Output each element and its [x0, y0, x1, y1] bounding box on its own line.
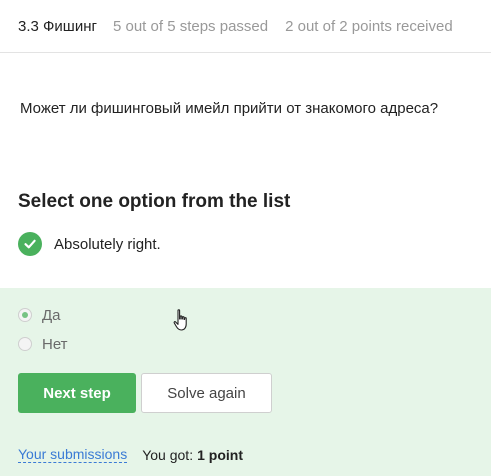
submission-summary: Your submissions You got: 1 point	[18, 446, 243, 463]
next-step-button[interactable]: Next step	[18, 373, 136, 413]
points-received-status: 2 out of 2 points received	[285, 17, 453, 35]
question-text: Может ли фишинговый имейл прийти от знак…	[20, 100, 439, 117]
option-net[interactable]: Нет	[18, 335, 68, 353]
feedback-text: Absolutely right.	[54, 235, 161, 253]
you-got-label: You got:	[142, 446, 194, 463]
option-label: Нет	[42, 335, 68, 353]
step-page: 3.3 Фишинг 5 out of 5 steps passed 2 out…	[0, 0, 491, 476]
radio-button-selected[interactable]	[18, 308, 32, 322]
option-label: Да	[42, 306, 61, 324]
your-submissions-link[interactable]: Your submissions	[18, 446, 128, 463]
points-value: 1 point	[197, 446, 243, 463]
lesson-title[interactable]: 3.3 Фишинг	[18, 18, 97, 35]
radio-button[interactable]	[18, 337, 32, 351]
instruction-heading: Select one option from the list	[18, 191, 291, 212]
solve-again-button[interactable]: Solve again	[141, 373, 272, 413]
step-header: 3.3 Фишинг 5 out of 5 steps passed 2 out…	[0, 0, 491, 53]
check-circle-icon	[18, 232, 42, 256]
steps-passed-status: 5 out of 5 steps passed	[112, 17, 269, 35]
option-da[interactable]: Да	[18, 306, 61, 324]
hand-pointer-icon	[173, 309, 187, 331]
answer-area: Да Нет Next step Solve again Your submis…	[0, 288, 491, 476]
radio-dot	[22, 312, 28, 318]
feedback-message: Absolutely right.	[18, 232, 161, 256]
